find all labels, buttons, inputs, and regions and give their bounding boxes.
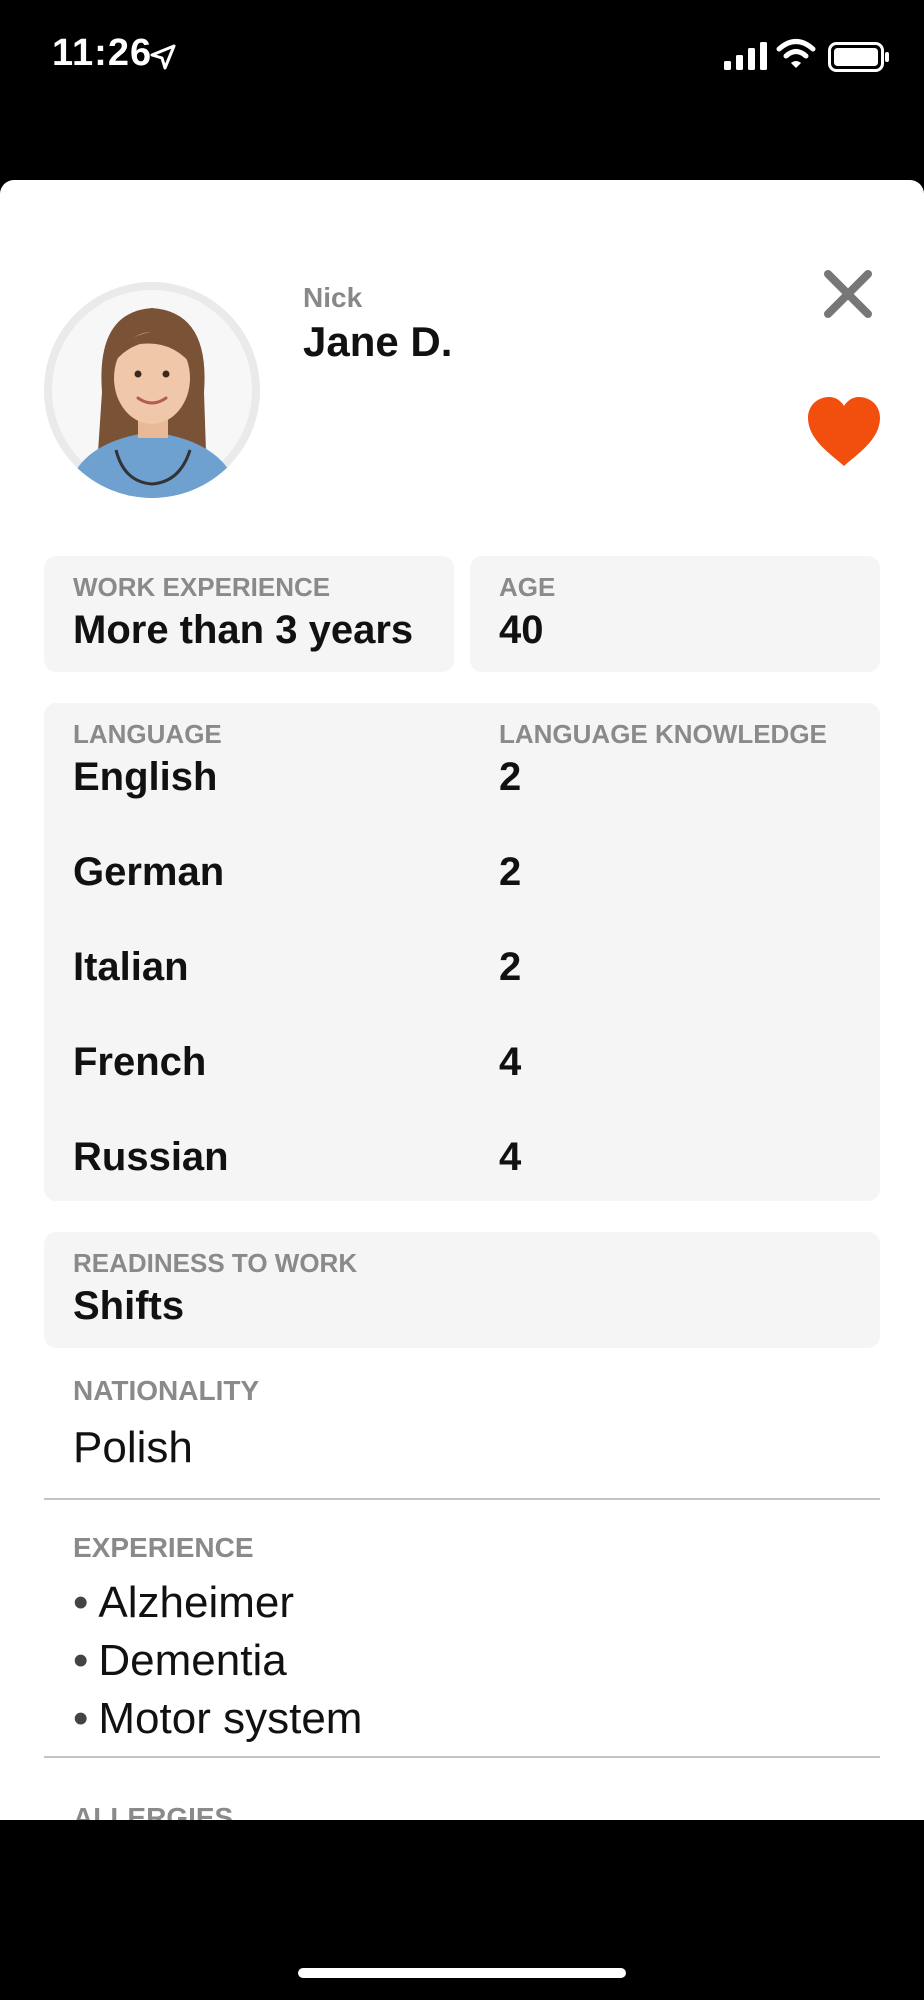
language-level: 2 (499, 850, 522, 894)
nationality-section: NATIONALITY Polish (44, 1375, 880, 1505)
experience-item: Motor system (73, 1694, 362, 1744)
profile-sheet: Nick Jane D. WORK EXPERIENCE More than 3… (0, 180, 924, 1820)
experience-section: EXPERIENCE Alzheimer Dementia Motor syst… (44, 1532, 880, 1772)
experience-item: Alzheimer (73, 1578, 294, 1628)
avatar-portrait-icon (52, 290, 252, 498)
readiness-card: READINESS TO WORK Shifts (44, 1232, 880, 1348)
profile-name: Jane D. (303, 318, 453, 365)
work-experience-value: More than 3 years (73, 608, 414, 652)
avatar (44, 282, 260, 498)
wifi-icon (776, 39, 816, 68)
language-level: 4 (499, 1040, 522, 1084)
language-level: 4 (499, 1135, 522, 1179)
language-row: Russian 4 (44, 1135, 880, 1195)
divider (44, 1756, 880, 1758)
language-level: 2 (499, 945, 522, 989)
readiness-label: READINESS TO WORK (73, 1248, 358, 1278)
language-header: LANGUAGE (73, 719, 222, 749)
battery-icon (828, 42, 889, 72)
age-label: AGE (499, 572, 556, 602)
language-name: German (73, 850, 225, 894)
favorite-button[interactable] (806, 396, 882, 468)
language-level: 2 (499, 755, 522, 799)
divider (44, 1498, 880, 1500)
age-card: AGE 40 (470, 556, 880, 672)
status-bar: 11:26 (0, 0, 924, 120)
readiness-value: Shifts (73, 1284, 185, 1328)
nationality-value: Polish (73, 1423, 193, 1472)
age-value: 40 (499, 608, 544, 652)
language-knowledge-header: LANGUAGE KNOWLEDGE (499, 719, 827, 749)
cellular-signal-icon (724, 42, 767, 70)
experience-label: EXPERIENCE (73, 1532, 254, 1563)
nick-label: Nick (303, 282, 363, 313)
home-indicator[interactable] (298, 1968, 626, 1978)
language-row: German 2 (44, 850, 880, 910)
language-row: Italian 2 (44, 945, 880, 1005)
work-experience-card: WORK EXPERIENCE More than 3 years (44, 556, 454, 672)
allergies-label: ALLERGIES (73, 1802, 234, 1820)
close-icon (824, 270, 872, 318)
language-name: French (73, 1040, 207, 1084)
language-name: Russian (73, 1135, 229, 1179)
languages-card: LANGUAGE LANGUAGE KNOWLEDGE English 2 Ge… (44, 703, 880, 1201)
nationality-label: NATIONALITY (73, 1375, 260, 1406)
language-name: Italian (73, 945, 189, 989)
language-row: English 2 (44, 755, 880, 815)
language-row: French 4 (44, 1040, 880, 1100)
experience-item: Dementia (73, 1636, 286, 1686)
location-arrow-icon (150, 44, 176, 70)
heart-icon (808, 397, 880, 466)
status-time: 11:26 (52, 32, 153, 74)
close-button[interactable] (820, 266, 876, 322)
work-experience-label: WORK EXPERIENCE (73, 572, 331, 602)
language-name: English (73, 755, 218, 799)
